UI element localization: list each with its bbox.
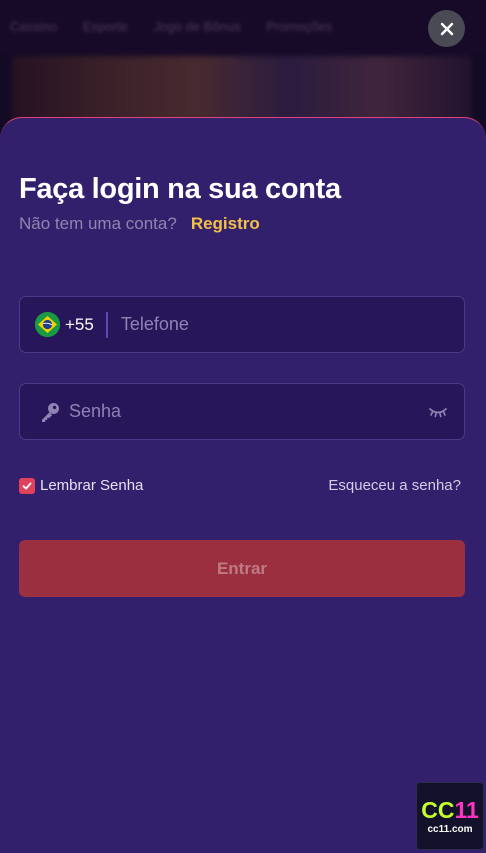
forgot-password-link[interactable]: Esqueceu a senha?: [328, 477, 461, 494]
no-account-text: Não tem uma conta?: [19, 214, 177, 233]
password-input[interactable]: [69, 384, 428, 439]
checkbox-checked[interactable]: [19, 477, 35, 494]
brazil-flag-icon: [35, 312, 60, 337]
page: Cassino Esporte Jogo de Bônus Promoções …: [0, 0, 486, 853]
login-submit-button[interactable]: Entrar: [19, 540, 465, 597]
register-link[interactable]: Registro: [191, 214, 260, 234]
remember-password-checkbox[interactable]: Lembrar Senha: [19, 477, 143, 494]
country-dial-code[interactable]: +55: [65, 315, 94, 335]
field-divider: [105, 311, 108, 338]
brand-url: cc11.com: [427, 823, 473, 835]
close-icon: [440, 22, 453, 35]
brand-badge: CC11 cc11.com: [416, 782, 484, 850]
modal-title: Faça login na sua conta: [19, 173, 341, 205]
remember-password-label: Lembrar Senha: [40, 477, 144, 494]
login-modal: Faça login na sua conta Não tem uma cont…: [0, 117, 486, 853]
key-icon: [39, 401, 61, 423]
submit-label: Entrar: [216, 558, 268, 578]
password-field[interactable]: [19, 383, 465, 440]
phone-field[interactable]: +55: [19, 296, 465, 353]
brand-logo-num: 11: [454, 796, 479, 823]
brand-logo-cc: CC: [421, 796, 455, 823]
check-icon: [22, 482, 32, 489]
brand-logo: CC11: [421, 798, 479, 822]
eye-closed-icon[interactable]: [428, 405, 448, 419]
close-button[interactable]: [428, 10, 465, 47]
register-prompt: Não tem uma conta? Registro: [19, 214, 260, 234]
phone-input[interactable]: [120, 297, 464, 352]
